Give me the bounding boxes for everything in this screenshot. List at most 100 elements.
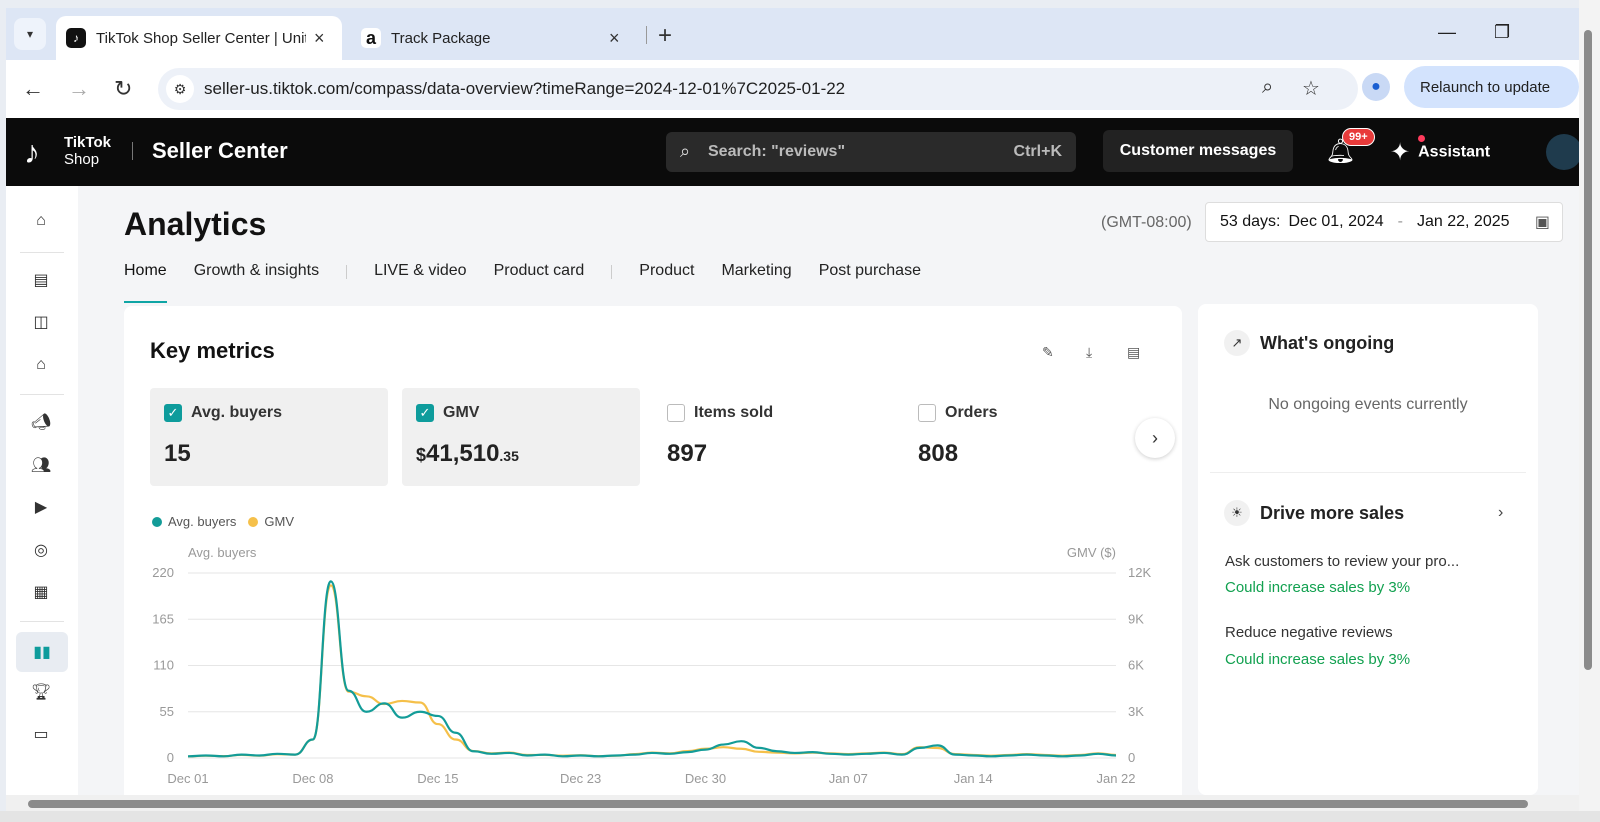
main-content: Analytics (GMT-08:00) 53 days: Dec 01, 2… (78, 186, 1579, 795)
right-axis-title: GMV ($) (1067, 545, 1116, 560)
video-icon[interactable]: ▶ (26, 492, 56, 522)
tiktok-logo-icon[interactable]: ♪ (24, 134, 40, 170)
finance-icon[interactable]: ▭ (26, 719, 56, 749)
sparkle-icon: ✦ (1390, 139, 1411, 166)
browser-tab-amazon[interactable]: a Track Package × (351, 16, 641, 60)
metric-value: $41,510.35 (416, 440, 519, 468)
apps-icon[interactable]: ▦ (26, 577, 56, 607)
tab-post-purchase[interactable]: Post purchase (819, 262, 921, 294)
right-tick-label: 6K (1128, 658, 1144, 673)
metric-value-main: 41,510 (426, 440, 500, 467)
nav-separator (20, 252, 64, 253)
side-nav: ⌂ ▤ ◫ ⌂ 📣︎ 👥︎ ▶ ◎ ▦ ▮▮ 🏆︎ ▭ (6, 186, 78, 795)
notification-badge: 99+ (1342, 128, 1375, 146)
tab-product[interactable]: Product (639, 262, 694, 294)
analytics-icon[interactable]: ▮▮ (16, 632, 68, 672)
drive-more-sales-title[interactable]: Drive more sales (1260, 503, 1404, 524)
close-tab-icon[interactable]: × (314, 28, 325, 49)
medal-icon[interactable]: ◎ (26, 535, 56, 565)
metric-avg-buyers[interactable]: ✓ Avg. buyers 15 (150, 388, 388, 486)
zoom-icon[interactable]: ⌕ (1262, 76, 1273, 99)
affiliates-icon[interactable]: 👥︎ (26, 450, 56, 480)
bottom-strip (0, 811, 1600, 822)
restore-button[interactable]: ❐ (1494, 22, 1510, 43)
products-icon[interactable]: ◫ (26, 307, 56, 337)
tab-divider (611, 265, 613, 279)
tab-divider (346, 265, 348, 279)
tab-product-card[interactable]: Product card (494, 262, 585, 294)
avatar[interactable] (1546, 134, 1582, 170)
whats-ongoing-title: What's ongoing (1260, 333, 1395, 353)
address-bar[interactable]: ⚙ seller-us.tiktok.com/compass/data-over… (158, 68, 1358, 110)
tab-marketing[interactable]: Marketing (721, 262, 791, 294)
browser-tab-tiktok[interactable]: ♪ TikTok Shop Seller Center | Unit × (56, 16, 342, 60)
metric-value: 897 (667, 440, 708, 467)
tiktok-shop-logo[interactable]: TikTok Shop (64, 134, 111, 168)
suggestion-gain: Could increase sales by 3% (1225, 579, 1411, 596)
trend-icon: ↗ (1224, 330, 1250, 356)
checkbox[interactable] (667, 404, 685, 422)
tab-growth-insights[interactable]: Growth & insights (194, 262, 319, 294)
edit-icon[interactable]: ✎ (1042, 344, 1054, 361)
tab-live-video[interactable]: LIVE & video (374, 262, 467, 294)
legend-dot (152, 516, 162, 527)
metric-orders[interactable]: Orders 808 (904, 388, 1142, 486)
forward-icon[interactable]: → (68, 76, 90, 102)
customer-messages-button[interactable]: Customer messages (1103, 130, 1293, 172)
site-settings-icon[interactable]: ⚙ (166, 75, 194, 103)
home-icon[interactable]: ⌂ (26, 206, 56, 236)
assistant-dot (1418, 135, 1425, 142)
bookmark-star-icon[interactable]: ☆ (1302, 76, 1320, 101)
tab-strip: ▾ ♪ TikTok Shop Seller Center | Unit × a… (6, 8, 1579, 60)
checkbox[interactable]: ✓ (416, 404, 434, 422)
left-tick-label: 220 (152, 565, 174, 580)
checkbox[interactable]: ✓ (164, 404, 182, 422)
back-icon[interactable]: ← (22, 76, 44, 102)
url-text[interactable]: seller-us.tiktok.com/compass/data-overvi… (204, 79, 845, 99)
new-tab-button[interactable]: + (658, 22, 672, 50)
right-tick-label: 9K (1128, 611, 1144, 626)
orders-icon[interactable]: ▤ (26, 265, 56, 295)
x-tick-label: Dec 08 (292, 771, 333, 786)
analytics-tabs: Home Growth & insights LIVE & video Prod… (124, 262, 948, 303)
range-start: Dec 01, 2024 (1288, 213, 1384, 230)
horizontal-scrollbar[interactable] (6, 795, 1579, 811)
vertical-scrollbar[interactable] (1579, 0, 1600, 822)
checkbox[interactable] (918, 404, 936, 422)
suggestion-title[interactable]: Ask customers to review your pro... (1225, 553, 1459, 570)
profile-icon[interactable]: ● (1362, 73, 1390, 101)
logo-divider (132, 142, 133, 160)
tab-search-button[interactable]: ▾ (14, 18, 46, 50)
metric-items-sold[interactable]: Items sold 897 (653, 388, 891, 486)
date-range-picker[interactable]: 53 days: Dec 01, 2024 - Jan 22, 2025 ▣ (1205, 202, 1563, 242)
search-placeholder: Search: "reviews" (708, 143, 846, 160)
scrollbar-thumb[interactable] (28, 800, 1528, 808)
minimize-button[interactable]: — (1438, 22, 1456, 43)
metric-value-cents: .35 (499, 448, 519, 464)
metric-label: Avg. buyers (191, 404, 282, 421)
chevron-right-icon: › (1152, 427, 1158, 448)
tab-home[interactable]: Home (124, 262, 167, 303)
product-name: Seller Center (152, 138, 288, 163)
suggestion-title[interactable]: Reduce negative reviews (1225, 624, 1393, 641)
search-input[interactable]: ⌕ Search: "reviews" Ctrl+K (666, 132, 1076, 172)
metric-gmv[interactable]: ✓ GMV $41,510.35 (402, 388, 640, 486)
next-metrics-button[interactable]: › (1135, 418, 1175, 458)
divider (1210, 472, 1526, 473)
chevron-right-icon[interactable]: › (1498, 504, 1503, 522)
app-header: ♪ TikTok Shop Seller Center ⌕ Search: "r… (6, 118, 1582, 186)
download-icon[interactable]: ⤓ (1086, 344, 1092, 361)
report-icon[interactable]: ▤ (1127, 344, 1140, 361)
scrollbar-thumb[interactable] (1584, 30, 1592, 670)
right-tick-label: 12K (1128, 565, 1151, 580)
range-days: 53 days: (1220, 213, 1281, 230)
metric-value: 808 (918, 440, 959, 467)
relaunch-button[interactable]: Relaunch to update (1404, 66, 1579, 108)
tiktok-icon: ♪ (66, 28, 86, 48)
close-tab-icon[interactable]: × (609, 28, 620, 49)
marketing-icon[interactable]: 📣︎ (26, 407, 56, 437)
assistant-button[interactable]: ✦ Assistant (1390, 138, 1490, 167)
trophy-icon[interactable]: 🏆︎ (26, 677, 56, 707)
reload-icon[interactable]: ↻ (114, 76, 132, 102)
shop-icon[interactable]: ⌂ (26, 350, 56, 380)
